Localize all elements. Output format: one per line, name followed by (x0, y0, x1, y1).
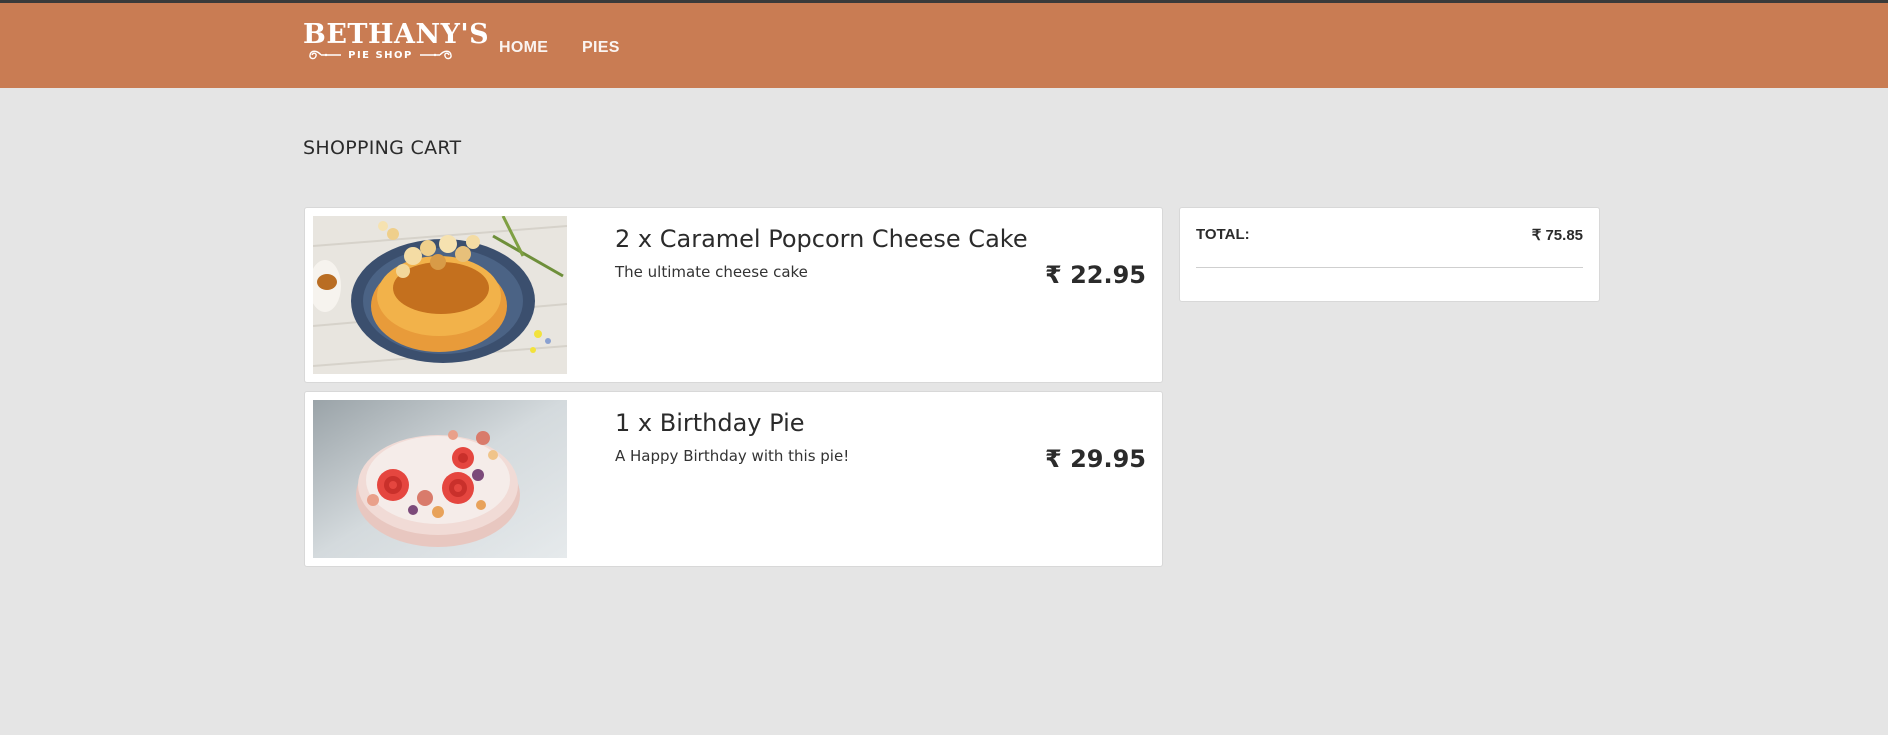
cart-item: 1 x Birthday Pie A Happy Birthday with t… (304, 391, 1163, 567)
cart-item-name[interactable]: 1 x Birthday Pie (615, 409, 805, 437)
navbar: BETHANY'S PIE SHOP HOME PIES (0, 3, 1888, 88)
nav-home-link[interactable]: HOME (499, 39, 548, 57)
brand-name: BETHANY'S (303, 19, 490, 50)
cart-item-price: ₹ 22.95 (1045, 261, 1146, 289)
total-label: TOTAL: (1196, 226, 1250, 243)
nav-pies-link[interactable]: PIES (582, 39, 620, 57)
cart-item: 2 x Caramel Popcorn Cheese Cake The ulti… (304, 207, 1163, 383)
brand-subtitle-row: PIE SHOP (303, 49, 458, 61)
cart-item-description: A Happy Birthday with this pie! (615, 447, 850, 465)
summary-divider (1196, 267, 1583, 268)
page-title: SHOPPING CART (303, 137, 462, 159)
cart-item-image (313, 400, 567, 558)
swirl-right-icon (419, 50, 452, 60)
cart-summary: TOTAL: ₹ 75.85 (1179, 207, 1600, 302)
swirl-left-icon (309, 50, 342, 60)
total-value: ₹ 75.85 (1531, 227, 1583, 244)
brand-subtitle: PIE SHOP (348, 49, 413, 61)
cart-item-description: The ultimate cheese cake (615, 263, 808, 281)
cart-item-image (313, 216, 567, 374)
caramel-cheesecake-photo (313, 216, 567, 374)
cart-item-price: ₹ 29.95 (1045, 445, 1146, 473)
birthday-pie-photo (313, 400, 567, 558)
cart-item-name[interactable]: 2 x Caramel Popcorn Cheese Cake (615, 225, 1028, 253)
brand-logo[interactable]: BETHANY'S PIE SHOP (303, 19, 490, 72)
